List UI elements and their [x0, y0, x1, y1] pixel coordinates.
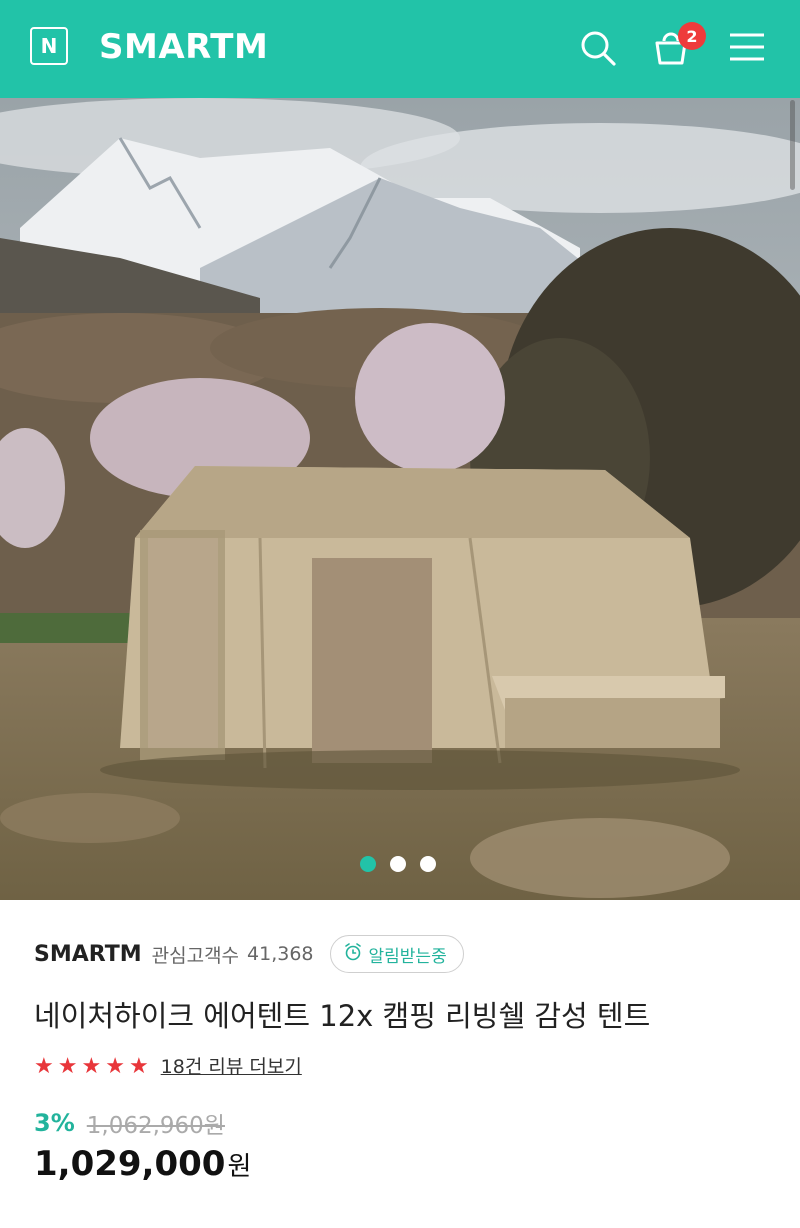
- product-photo: [0, 98, 800, 900]
- product-image-carousel[interactable]: [0, 98, 800, 900]
- alarm-clock-icon: [343, 942, 363, 966]
- discount-row: 3% 1,062,960원: [34, 1106, 225, 1140]
- brand-name[interactable]: SMARTM: [99, 26, 268, 68]
- carousel-dot-2[interactable]: [390, 856, 406, 872]
- star-icon: ★: [57, 1054, 78, 1079]
- carousel-dot-1[interactable]: [360, 856, 376, 872]
- product-title: 네이처하이크 에어텐트 12x 캠핑 리빙쉘 감성 텐트: [34, 999, 651, 1033]
- notification-subscribe-button[interactable]: 알림받는중: [329, 935, 464, 973]
- star-icon: ★: [81, 1054, 102, 1079]
- search-icon[interactable]: [578, 28, 618, 68]
- star-icon: ★: [105, 1054, 125, 1079]
- star-icon: ★: [128, 1054, 149, 1079]
- carousel-pagination: [360, 856, 436, 872]
- cart-count-badge: 2: [678, 22, 706, 50]
- logo-letter: N: [40, 34, 58, 58]
- currency-unit: 원: [227, 1152, 252, 1182]
- review-more-link[interactable]: 18건 리뷰 더보기: [161, 1052, 302, 1082]
- scrollbar[interactable]: [790, 100, 795, 190]
- seller-info: SMARTM 관심고객수 41,368 알림받는중: [34, 932, 464, 976]
- carousel-dot-3[interactable]: [420, 856, 436, 872]
- followers-label: 관심고객수: [151, 944, 240, 967]
- notify-label: 알림받는중: [368, 946, 447, 967]
- original-price: 1,062,960원: [86, 1113, 225, 1139]
- rating-row: ★ ★ ★ ★ ★ 18건 리뷰 더보기: [34, 1052, 302, 1082]
- top-navigation-bar: N SMARTM 2: [0, 0, 800, 98]
- followers-count: 41,368: [247, 943, 314, 965]
- seller-name[interactable]: SMARTM: [34, 942, 142, 967]
- star-icon: ★: [34, 1054, 54, 1079]
- sale-price-row: 1,029,000 원: [34, 1144, 251, 1184]
- store-logo[interactable]: N: [30, 27, 68, 65]
- discount-rate: 3%: [34, 1109, 75, 1137]
- sale-price: 1,029,000: [34, 1144, 226, 1184]
- rating-stars: ★ ★ ★ ★ ★: [34, 1052, 149, 1082]
- menu-icon[interactable]: [727, 28, 767, 68]
